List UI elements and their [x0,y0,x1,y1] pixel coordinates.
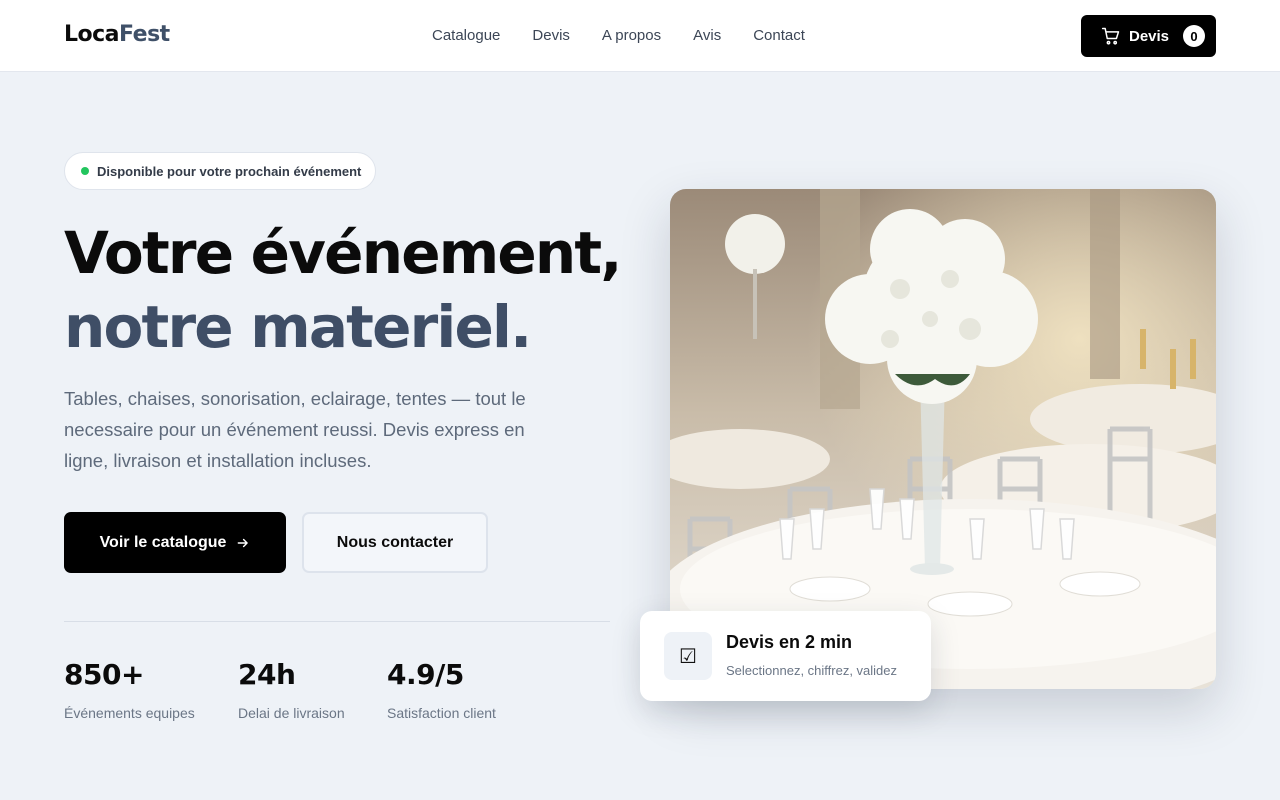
stat-value: 4.9/5 [387,658,464,691]
nav-devis[interactable]: Devis [532,27,570,44]
nav-avis[interactable]: Avis [693,27,721,44]
stat-label: Satisfaction client [387,705,496,721]
contact-us-label: Nous contacter [336,533,454,551]
hero-title-line1: Votre événement, [64,219,622,287]
view-catalogue-label: Voir le catalogue [99,533,227,551]
logo[interactable]: LocaFest [64,22,170,47]
status-dot-icon [81,167,89,175]
stat-label: Delai de livraison [238,705,345,721]
quick-quote-subtitle: Selectionnez, chiffrez, validez [726,663,898,678]
logo-text-main: Loca [64,22,120,47]
checkbox-icon: ☑ [664,632,712,680]
nav-contact[interactable]: Contact [753,27,805,44]
site-header: LocaFest Catalogue Devis A propos Avis C… [0,0,1280,72]
quick-quote-card: ☑ Devis en 2 min Selectionnez, chiffrez,… [640,611,931,701]
stat-satisfaction: 4.9/5 Satisfaction client [387,658,496,721]
stat-events: 850+ Événements equipes [64,658,195,721]
contact-us-button[interactable]: Nous contacter [302,512,488,573]
nav-catalogue[interactable]: Catalogue [432,27,500,44]
availability-badge: Disponible pour votre prochain événement [64,152,376,190]
stats-divider [64,621,610,622]
nav-a-propos[interactable]: A propos [602,27,661,44]
availability-text: Disponible pour votre prochain événement [97,163,362,179]
arrow-right-icon [238,538,249,547]
cart-icon [1101,27,1120,45]
cart-label: Devis [1129,27,1170,45]
hero-description: Tables, chaises, sonorisation, eclairage… [64,388,526,471]
stat-delivery: 24h Delai de livraison [238,658,345,721]
logo-text-accent: Fest [119,22,170,47]
quick-quote-title: Devis en 2 min [726,632,853,652]
view-catalogue-button[interactable]: Voir le catalogue [64,512,286,573]
main-nav: Catalogue Devis A propos Avis Contact [432,27,805,44]
cart-count-badge: 0 [1183,25,1206,47]
hero-title-line2: notre materiel. [64,293,532,361]
hero-title: Votre événement, notre materiel. [64,216,622,364]
stat-value: 24h [238,658,296,691]
stat-value: 850+ [64,658,144,691]
quote-cart-button[interactable]: Devis 0 [1081,15,1216,57]
stat-label: Événements equipes [64,705,195,721]
